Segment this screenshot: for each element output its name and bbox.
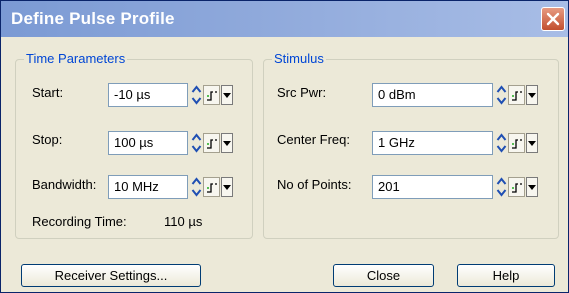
src-pwr-spin-control[interactable] bbox=[496, 83, 507, 107]
stop-input[interactable]: 100 µs bbox=[108, 131, 188, 155]
help-button[interactable]: Help bbox=[457, 264, 555, 287]
src-pwr-input[interactable]: 0 dBm bbox=[372, 83, 493, 107]
dialog-client-area: Time Parameters Start: -10 µs Stop: 100 … bbox=[1, 37, 568, 292]
bandwidth-label: Bandwidth: bbox=[32, 177, 97, 192]
stop-spin-control[interactable] bbox=[191, 131, 202, 155]
stimulus-legend: Stimulus bbox=[272, 51, 326, 66]
center-freq-step-button[interactable] bbox=[508, 133, 525, 153]
start-step-button[interactable] bbox=[203, 85, 220, 105]
window-title: Define Pulse Profile bbox=[11, 9, 175, 28]
spin-arrows-icon bbox=[191, 175, 202, 199]
stop-step-button[interactable] bbox=[203, 133, 220, 153]
src-pwr-label: Src Pwr: bbox=[277, 85, 327, 100]
num-points-spin-control[interactable] bbox=[496, 175, 507, 199]
num-points-input[interactable]: 201 bbox=[372, 175, 493, 199]
spin-arrows-icon bbox=[191, 83, 202, 107]
start-input[interactable]: -10 µs bbox=[108, 83, 188, 107]
receiver-settings-button[interactable]: Receiver Settings... bbox=[21, 264, 201, 287]
bandwidth-dropdown-button[interactable] bbox=[221, 177, 233, 197]
start-label: Start: bbox=[32, 85, 64, 100]
spin-arrows-icon bbox=[496, 83, 507, 107]
src-pwr-dropdown-button[interactable] bbox=[526, 85, 538, 105]
bandwidth-input[interactable]: 10 MHz bbox=[108, 175, 188, 199]
start-dropdown-button[interactable] bbox=[221, 85, 233, 105]
close-button[interactable]: Close bbox=[333, 264, 434, 287]
title-bar[interactable]: Define Pulse Profile bbox=[1, 1, 568, 37]
recording-time-value: 110 µs bbox=[164, 214, 203, 229]
time-parameters-legend: Time Parameters bbox=[24, 51, 128, 66]
center-freq-input[interactable]: 1 GHz bbox=[372, 131, 493, 155]
center-freq-dropdown-button[interactable] bbox=[526, 133, 538, 153]
bandwidth-spin-control[interactable] bbox=[191, 175, 202, 199]
num-points-step-button[interactable] bbox=[508, 177, 525, 197]
center-freq-label: Center Freq: bbox=[277, 132, 350, 147]
stop-label: Stop: bbox=[32, 132, 63, 147]
window-close-button[interactable] bbox=[541, 7, 565, 31]
bandwidth-step-button[interactable] bbox=[203, 177, 220, 197]
spin-arrows-icon bbox=[496, 131, 507, 155]
spin-arrows-icon bbox=[496, 175, 507, 199]
recording-time-label: Recording Time: bbox=[32, 214, 127, 229]
num-points-label: No of Points: bbox=[277, 177, 352, 192]
src-pwr-step-button[interactable] bbox=[508, 85, 525, 105]
num-points-dropdown-button[interactable] bbox=[526, 177, 538, 197]
spin-arrows-icon bbox=[191, 131, 202, 155]
stop-dropdown-button[interactable] bbox=[221, 133, 233, 153]
define-pulse-profile-dialog: Define Pulse Profile Time Parameters Sta… bbox=[0, 0, 569, 293]
start-spin-control[interactable] bbox=[191, 83, 202, 107]
center-freq-spin-control[interactable] bbox=[496, 131, 507, 155]
